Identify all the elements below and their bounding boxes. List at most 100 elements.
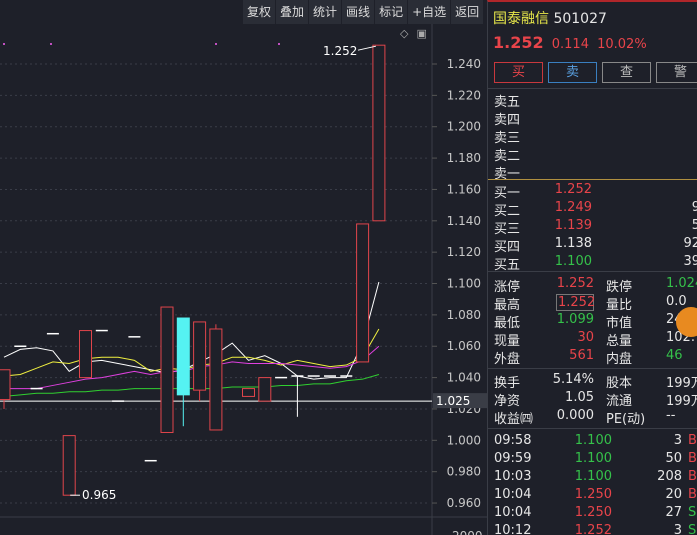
stock-title: 国泰融信 501027	[493, 8, 607, 28]
stat-label: 现量	[494, 334, 521, 349]
toolbar-button-5[interactable]: +自选	[408, 0, 452, 24]
trade-side: S	[688, 505, 697, 520]
stat-value: 1.099	[556, 312, 594, 327]
y-tick-label: 1.120	[447, 245, 481, 259]
stat-label: 股本	[606, 376, 633, 391]
bid-volume: 92	[683, 236, 697, 251]
toolbar-button-0[interactable]: 复权	[243, 0, 277, 24]
trade-time: 09:58	[494, 433, 532, 448]
trade-time: 10:04	[494, 487, 532, 502]
stock-code: 501027	[553, 11, 607, 27]
stat-label: 涨停	[494, 280, 521, 295]
y-tick-label: 1.080	[447, 308, 481, 322]
ma-line-0	[3, 281, 380, 380]
alert-button[interactable]: 警	[656, 62, 697, 83]
divider	[488, 428, 697, 429]
stat-label: 流通	[606, 394, 633, 409]
buy-button[interactable]: 买	[494, 62, 543, 83]
toolbar-button-4[interactable]: 标记	[375, 0, 409, 24]
trade-time: 09:59	[494, 451, 532, 466]
signal-dot	[50, 43, 52, 45]
trade-row: 10:04 1.250 27 S	[488, 505, 697, 523]
candle-up[interactable]	[0, 369, 11, 401]
trade-time: 10:12	[494, 523, 532, 535]
query-button[interactable]: 查	[602, 62, 651, 83]
y-tick-label: 0.960	[447, 496, 481, 510]
candle-up[interactable]	[372, 44, 386, 222]
trade-price: 1.250	[574, 487, 612, 502]
last-price: 1.252	[493, 33, 544, 52]
stat-label: 量比	[606, 298, 633, 313]
ask-level-label: 卖四	[494, 113, 521, 128]
chart-corner-icons: ◇ ▣	[400, 27, 427, 40]
quote-panel: 国泰融信 501027 1.252 0.114 10.02% 买 卖 查 警 卖…	[487, 0, 697, 535]
ask-level-label: 卖二	[494, 149, 521, 164]
stat-value: 199万	[666, 394, 697, 409]
stat-value: 1.252	[556, 276, 594, 291]
trade-time: 10:04	[494, 505, 532, 520]
candle-up[interactable]	[242, 388, 255, 397]
trade-price: 1.100	[574, 451, 612, 466]
trade-volume: 50	[665, 451, 682, 466]
toolbar-button-6[interactable]: 返回	[451, 0, 485, 24]
trade-volume: 20	[665, 487, 682, 502]
toolbar-button-2[interactable]: 统计	[309, 0, 343, 24]
stat-value: 0.000	[556, 408, 594, 423]
candlestick-chart[interactable]: 1.240 1.220 1.200 1.180 1.160 1.140 1.120 1.100…	[0, 0, 487, 535]
stat-value: 561	[569, 348, 594, 363]
trade-row: 10:03 1.100 208 B	[488, 469, 697, 487]
candle-up[interactable]	[62, 435, 76, 496]
toolbar-button-1[interactable]: 叠加	[276, 0, 310, 24]
diamond-icon[interactable]: ◇	[400, 27, 408, 40]
divider	[488, 179, 697, 180]
stock-name: 国泰融信	[493, 11, 549, 27]
candle-up[interactable]	[160, 306, 174, 433]
sell-button[interactable]: 卖	[548, 62, 597, 83]
candle-up[interactable]	[356, 223, 370, 363]
bid-price: 1.138	[554, 236, 592, 251]
candle-up[interactable]	[79, 330, 92, 379]
stat-label: 总量	[606, 334, 633, 349]
stat-value: 30	[577, 330, 594, 345]
y-tick-label: 1.100	[447, 277, 481, 291]
trade-side: B	[688, 469, 697, 484]
chart-toolbar: 复权 叠加 统计 画线 标记 +自选 返回	[243, 0, 485, 24]
stat-label: 最低	[494, 316, 521, 331]
signal-dot	[215, 43, 217, 45]
stat-value: 199万	[666, 376, 697, 391]
stat-label: PE(动)	[606, 412, 646, 427]
signal-dot	[3, 43, 5, 45]
stat-value: --	[666, 408, 676, 423]
candle-up[interactable]	[209, 328, 223, 431]
trade-volume: 3	[673, 523, 682, 535]
bid-price: 1.139	[554, 218, 592, 233]
trade-price: 1.100	[574, 469, 612, 484]
candle-down[interactable]	[176, 317, 190, 396]
toolbar-button-3[interactable]: 画线	[342, 0, 376, 24]
trade-price: 1.100	[574, 433, 612, 448]
trade-side: B	[688, 487, 697, 502]
candle-up[interactable]	[193, 321, 207, 391]
bid-volume: 39	[683, 254, 697, 269]
bid-level-label: 买一	[494, 186, 521, 201]
bid-price: 1.252	[554, 182, 592, 197]
y-tick-label: 1.200	[447, 120, 481, 134]
trade-side: B	[688, 433, 697, 448]
y-tick-label: 1.180	[447, 151, 481, 165]
bid-volume: 9	[638, 200, 697, 215]
trade-price: 1.250	[574, 505, 612, 520]
current-price-label: 1.025	[436, 394, 470, 408]
candle-up[interactable]	[258, 377, 272, 402]
stat-value: 0.0	[666, 294, 687, 309]
trade-volume: 208	[657, 469, 682, 484]
divider	[488, 88, 697, 89]
trade-row: 10:04 1.250 20 B	[488, 487, 697, 505]
bid-volume: 5	[638, 218, 697, 233]
panel-toggle-icon[interactable]: ▣	[416, 27, 426, 40]
trade-row: 09:59 1.100 50 B	[488, 451, 697, 469]
trade-time: 10:03	[494, 469, 532, 484]
y-tick-label: 1.060	[447, 339, 481, 353]
trade-side: B	[688, 451, 697, 466]
y-tick-label: 1.000	[447, 433, 481, 447]
signal-dot	[278, 43, 280, 45]
